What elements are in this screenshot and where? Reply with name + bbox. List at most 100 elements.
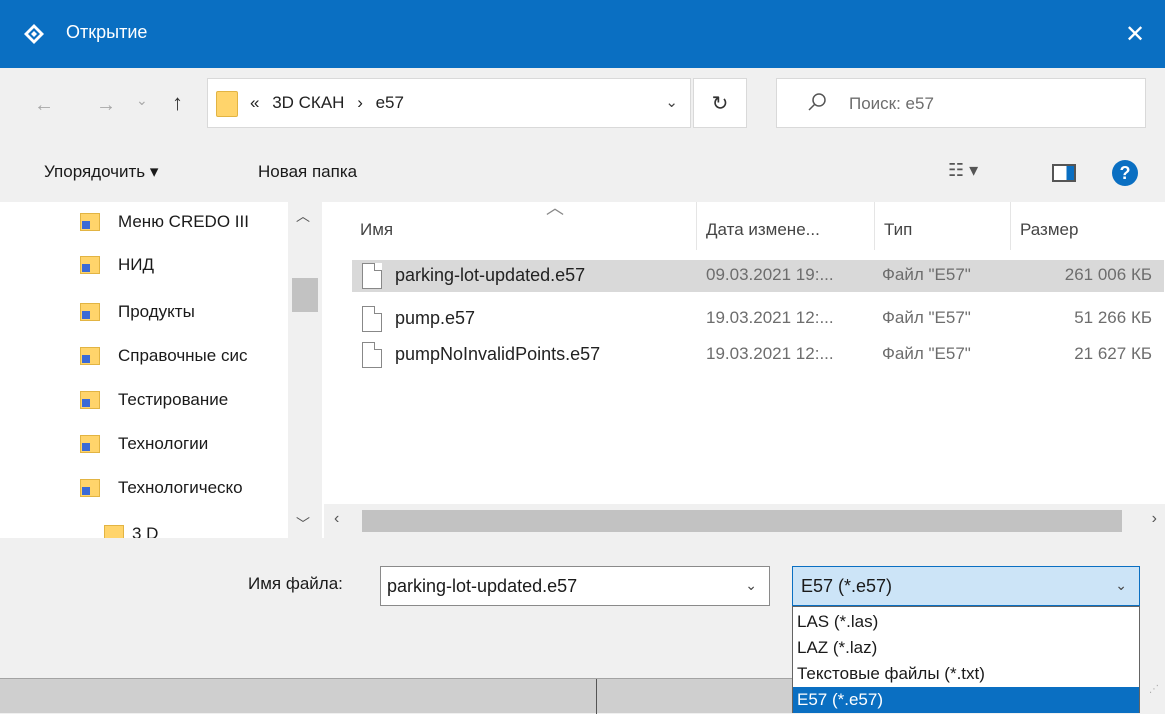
breadcrumb-item-e57[interactable]: e57 <box>376 93 404 112</box>
sidebar-item-label: Меню CREDO III <box>118 212 249 231</box>
file-row[interactable]: pumpNoInvalidPoints.e57 19.03.2021 12:..… <box>352 339 1164 371</box>
back-button[interactable]: ← <box>34 94 54 117</box>
file-type-dropdown: LAS (*.las) LAZ (*.laz) Текстовые файлы … <box>792 606 1140 713</box>
hscroll-thumb[interactable] <box>362 510 1122 532</box>
breadcrumb-item-3d-scan[interactable]: 3D СКАН <box>272 93 344 112</box>
sidebar-item-label: Тестирование <box>118 390 229 409</box>
sidebar-item-technological[interactable]: Технологическо <box>80 474 243 502</box>
sidebar-item-label: Технологическо <box>118 478 243 497</box>
file-name: parking-lot-updated.e57 <box>395 265 586 285</box>
filename-value: parking-lot-updated.e57 <box>387 576 578 596</box>
breadcrumb: « 3D СКАН › e57 <box>250 93 412 113</box>
file-type-select[interactable]: E57 (*.e57) ⌄ <box>792 566 1140 606</box>
sidebar-item-label: Технологии <box>118 434 209 453</box>
up-button[interactable]: ↑ <box>172 90 183 116</box>
column-header-size[interactable]: Размер <box>1020 220 1078 240</box>
app-icon <box>24 24 44 44</box>
chevron-down-icon[interactable]: ⌄ <box>1115 577 1127 594</box>
folder-icon <box>80 347 100 365</box>
column-header-name[interactable]: Имя <box>360 220 393 240</box>
filename-input[interactable]: parking-lot-updated.e57 ⌄ <box>380 566 770 606</box>
search-input[interactable]: Поиск: e57 <box>776 78 1146 128</box>
view-options-button[interactable]: ☷ ▾ <box>948 160 978 181</box>
close-button[interactable]: ✕ <box>1105 0 1165 68</box>
sidebar-item-label: 3 D <box>132 524 159 538</box>
file-size: 51 266 КБ <box>1074 308 1152 327</box>
folder-icon <box>80 479 100 497</box>
folder-icon <box>80 256 100 274</box>
search-icon <box>808 93 826 111</box>
filename-label: Имя файла: <box>248 574 343 593</box>
navigation-bar: ← → ⌄ ↑ « 3D СКАН › e57 ⌄ ↻ Поиск: e57 <box>0 68 1165 138</box>
file-icon <box>362 263 382 289</box>
file-size: 21 627 КБ <box>1074 344 1152 363</box>
recent-locations-button[interactable]: ⌄ <box>136 92 148 109</box>
sidebar-item-label: Продукты <box>118 302 195 321</box>
file-type: Файл "E57" <box>882 265 971 284</box>
scroll-down-icon[interactable]: ﹀ <box>296 514 310 534</box>
forward-button[interactable]: → <box>96 94 116 117</box>
help-button[interactable]: ? <box>1112 160 1138 186</box>
status-bar <box>0 678 792 714</box>
file-icon <box>362 306 382 332</box>
file-type-option-las[interactable]: LAS (*.las) <box>793 609 1139 635</box>
column-divider[interactable] <box>874 202 875 250</box>
folder-icon <box>80 303 100 321</box>
organize-button[interactable]: Упорядочить ▾ <box>44 162 158 182</box>
folder-icon <box>80 213 100 231</box>
folder-icon <box>80 435 100 453</box>
folder-icon <box>104 525 124 538</box>
chevron-down-icon[interactable]: ⌄ <box>745 577 757 594</box>
resize-grip-icon[interactable]: ⋰ <box>1149 684 1159 695</box>
sidebar-item-3d[interactable]: 3 D <box>104 520 158 538</box>
sidebar-scroll-thumb[interactable] <box>292 278 318 312</box>
sidebar-item-reference[interactable]: Справочные сис <box>80 342 247 370</box>
navigation-pane: Меню CREDO III НИД Продукты Справочные с… <box>0 202 324 538</box>
preview-pane-icon[interactable] <box>1052 164 1076 182</box>
sidebar-item-nid[interactable]: НИД <box>80 251 154 279</box>
file-type-option-laz[interactable]: LAZ (*.laz) <box>793 635 1139 661</box>
sidebar-scrollbar[interactable] <box>288 202 322 538</box>
scroll-right-icon[interactable]: › <box>1152 510 1157 528</box>
file-date: 09.03.2021 19:... <box>706 265 834 284</box>
sort-ascending-icon: ︿ <box>546 198 564 218</box>
file-row[interactable]: pump.e57 19.03.2021 12:... Файл "E57" 51… <box>352 303 1164 335</box>
refresh-button[interactable]: ↻ <box>693 78 747 128</box>
title-bar: Открытие ✕ <box>0 0 1165 68</box>
file-type-option-e57[interactable]: E57 (*.e57) <box>793 687 1139 713</box>
file-name: pump.e57 <box>395 308 476 328</box>
file-type: Файл "E57" <box>882 308 971 327</box>
folder-icon <box>216 91 238 117</box>
file-type-option-txt[interactable]: Текстовые файлы (*.txt) <box>793 661 1139 687</box>
column-divider[interactable] <box>696 202 697 250</box>
file-name-panel: Имя файла: parking-lot-updated.e57 ⌄ E57… <box>0 538 1165 714</box>
address-bar[interactable]: « 3D СКАН › e57 ⌄ <box>207 78 691 128</box>
search-placeholder: Поиск: e57 <box>849 94 934 113</box>
sidebar-item-testing[interactable]: Тестирование <box>80 386 228 414</box>
status-divider <box>596 679 597 714</box>
file-list: ︿ Имя Дата измене... Тип Размер parking-… <box>324 198 1165 538</box>
file-date: 19.03.2021 12:... <box>706 308 834 327</box>
sidebar-item-label: Справочные сис <box>118 346 248 365</box>
file-list-hscrollbar[interactable]: ‹ › <box>324 504 1165 538</box>
file-type-selected: E57 (*.e57) <box>801 576 893 596</box>
breadcrumb-overflow[interactable]: « <box>250 93 259 112</box>
sidebar-item-products[interactable]: Продукты <box>80 298 195 326</box>
new-folder-button[interactable]: Новая папка <box>258 162 357 182</box>
column-header-date[interactable]: Дата измене... <box>706 220 820 240</box>
file-row[interactable]: parking-lot-updated.e57 09.03.2021 19:..… <box>352 260 1164 292</box>
sidebar-item-credo-menu[interactable]: Меню CREDO III <box>80 208 249 236</box>
column-divider[interactable] <box>1010 202 1011 250</box>
file-icon <box>362 342 382 368</box>
sidebar-item-label: НИД <box>118 255 155 274</box>
command-toolbar: Упорядочить ▾ Новая папка ☷ ▾ ? <box>0 138 1165 202</box>
file-name: pumpNoInvalidPoints.e57 <box>395 344 601 364</box>
chevron-down-icon[interactable]: ⌄ <box>665 93 678 111</box>
file-date: 19.03.2021 12:... <box>706 344 834 363</box>
scroll-left-icon[interactable]: ‹ <box>334 510 339 528</box>
breadcrumb-separator[interactable]: › <box>357 93 363 112</box>
file-type: Файл "E57" <box>882 344 971 363</box>
column-header-type[interactable]: Тип <box>884 220 912 240</box>
sidebar-item-technologies[interactable]: Технологии <box>80 430 208 458</box>
scroll-up-icon[interactable]: ︿ <box>296 206 310 226</box>
